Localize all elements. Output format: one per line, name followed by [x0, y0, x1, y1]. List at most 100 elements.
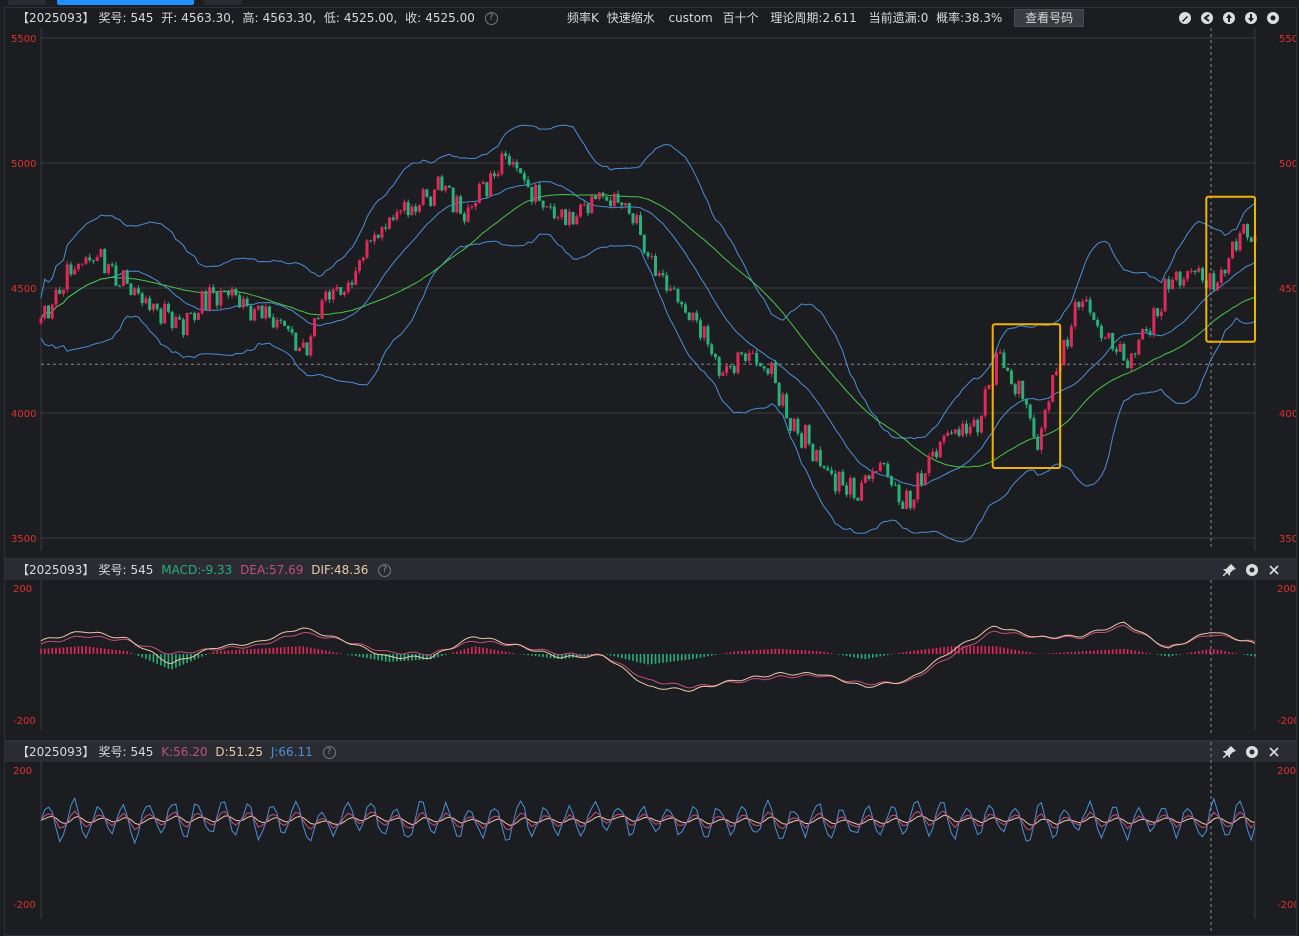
candle-body	[1178, 271, 1182, 286]
candle-body	[125, 270, 129, 284]
candle-body	[957, 429, 961, 436]
y-tick-label-right: 200	[1277, 584, 1296, 595]
candle-body	[567, 211, 571, 225]
candle-body	[522, 173, 526, 180]
candle-body	[668, 288, 672, 291]
candle-body	[1107, 332, 1111, 338]
candle-body	[852, 478, 856, 499]
candle-body	[1152, 308, 1156, 335]
candle-body	[972, 419, 976, 427]
candle-body	[575, 216, 579, 225]
candle-body	[140, 293, 144, 304]
candle-body	[1054, 371, 1058, 376]
y-tick-label-left: 4000	[11, 409, 36, 420]
candle-body	[372, 234, 376, 242]
candle-body	[1039, 428, 1043, 450]
candle-body	[1047, 401, 1051, 411]
candle-body	[380, 227, 384, 238]
candle-body	[612, 193, 616, 207]
candle-body	[665, 275, 669, 291]
candle-body	[395, 211, 399, 220]
candle-body	[875, 470, 879, 472]
candle-body	[1156, 308, 1160, 317]
candle-body	[1182, 279, 1186, 286]
candle-body	[1231, 241, 1235, 259]
candle-body	[740, 352, 744, 354]
candle-body	[968, 426, 972, 434]
candle-body	[556, 217, 560, 219]
candle-body	[845, 485, 849, 495]
candle-body	[983, 389, 987, 416]
candle-body	[238, 295, 242, 308]
candle-body	[1186, 271, 1190, 280]
candle-body	[1066, 339, 1070, 347]
candle-body	[796, 418, 800, 434]
y-tick-label-left: 200	[13, 766, 32, 777]
candle-body	[979, 415, 983, 433]
candle-body	[481, 182, 485, 185]
tab-active[interactable]	[57, 0, 194, 5]
candle-body	[1092, 312, 1096, 320]
candle-body	[417, 204, 421, 212]
candle-body	[163, 303, 167, 324]
candle-body	[605, 196, 609, 201]
candle-body	[639, 215, 643, 235]
candle-body	[552, 206, 556, 219]
candle-body	[313, 318, 317, 337]
candle-body	[507, 155, 511, 165]
candle-body	[657, 273, 661, 276]
candle-body	[43, 305, 47, 319]
candle-body	[728, 365, 732, 367]
candle-body	[743, 353, 747, 361]
candle-body	[474, 202, 478, 207]
candle-body	[676, 289, 680, 302]
candle-body	[706, 326, 710, 345]
candle-body	[695, 312, 699, 321]
tab-3[interactable]	[204, 0, 242, 5]
highlight-box-1	[991, 323, 1062, 469]
candle-body	[496, 173, 500, 177]
kdj-chart: 200 200 -200 -200	[13, 742, 1296, 934]
candle-body	[271, 317, 275, 328]
candle-body	[170, 311, 174, 328]
candle-body	[833, 473, 837, 492]
candle-body	[283, 320, 287, 326]
candle-body	[650, 256, 654, 258]
candle-body	[1208, 273, 1212, 288]
candle-body	[1246, 224, 1250, 238]
candle-body	[223, 290, 227, 292]
candle-body	[609, 200, 613, 207]
candles-group	[39, 150, 1257, 511]
candle-body	[88, 257, 92, 261]
candle-body	[1002, 352, 1006, 368]
candle-body	[253, 309, 257, 321]
candle-body	[579, 204, 583, 217]
candle-body	[964, 423, 968, 434]
candle-body	[541, 200, 545, 208]
candle-body	[305, 342, 309, 356]
candle-body	[185, 312, 189, 336]
tab-1[interactable]	[8, 0, 46, 5]
candle-body	[54, 289, 58, 305]
candle-body	[1197, 268, 1201, 273]
candle-body	[916, 473, 920, 500]
candlestick-chart: 3500 3500 4000 4000 4500 4500 5000 5000 5500 5500	[11, 28, 1296, 550]
y-tick-label-left: 200	[13, 584, 32, 595]
candle-body	[290, 329, 294, 333]
candle-body	[1111, 332, 1115, 350]
candle-body	[1193, 270, 1197, 273]
candle-body	[931, 451, 935, 457]
candle-body	[863, 475, 867, 483]
candle-body	[399, 210, 403, 212]
candle-body	[537, 184, 541, 201]
candle-body	[710, 344, 714, 355]
candle-body	[848, 478, 852, 495]
candle-body	[1051, 375, 1055, 402]
candle-body	[642, 234, 646, 253]
candle-body	[721, 372, 725, 376]
candle-body	[1249, 237, 1253, 242]
candle-body	[95, 257, 99, 262]
candle-body	[698, 320, 702, 338]
candle-body	[447, 185, 451, 188]
candle-body	[1118, 343, 1122, 352]
